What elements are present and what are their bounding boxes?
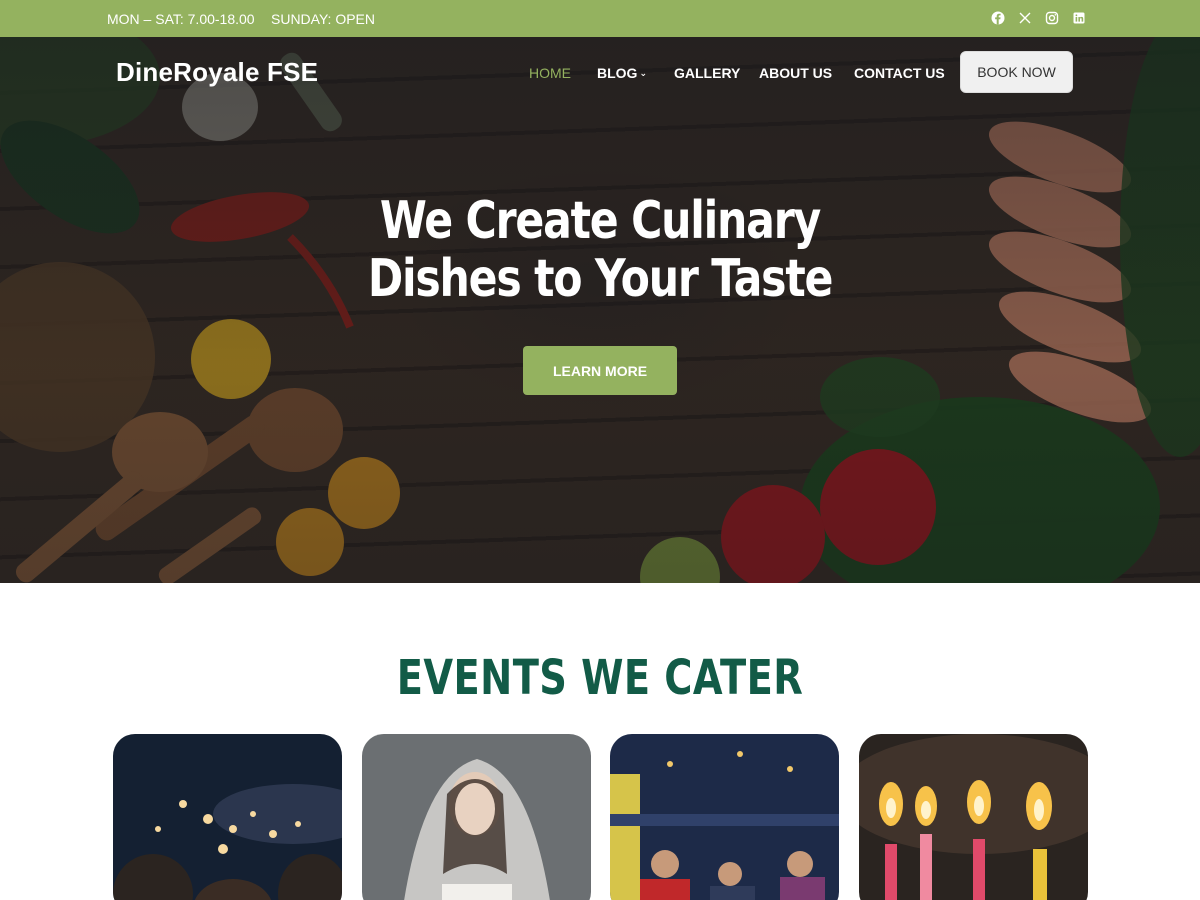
nav-about-us[interactable]: ABOUT US xyxy=(759,65,832,81)
opening-hours: MON – SAT: 7.00-18.00 xyxy=(107,11,255,27)
hero-title-line-1: We Create Culinary xyxy=(379,191,821,251)
linkedin-icon[interactable] xyxy=(1072,11,1086,25)
event-card-wedding[interactable] xyxy=(362,734,591,900)
top-info-bar: MON – SAT: 7.00-18.00 SUNDAY: OPEN xyxy=(0,0,1200,37)
hero-title-line-2: Dishes to Your Taste xyxy=(367,249,834,309)
social-links xyxy=(991,11,1086,25)
sunday-hours: SUNDAY: OPEN xyxy=(271,11,375,27)
nav-contact-us[interactable]: CONTACT US xyxy=(854,65,945,81)
learn-more-button[interactable]: LEARN MORE xyxy=(523,346,677,395)
nav-gallery[interactable]: GALLERY xyxy=(674,65,740,81)
event-card-party[interactable] xyxy=(610,734,839,900)
facebook-icon[interactable] xyxy=(991,11,1005,25)
nav-blog-label: BLOG xyxy=(597,65,638,81)
event-card-birthday[interactable] xyxy=(859,734,1088,900)
events-heading: EVENTS WE CATER xyxy=(396,650,804,706)
event-card-celebration[interactable] xyxy=(113,734,342,900)
nav-blog[interactable]: BLOG ⌄ xyxy=(597,65,647,81)
instagram-icon[interactable] xyxy=(1045,11,1059,25)
birthday-candles-image xyxy=(859,734,1088,900)
hero-overlay xyxy=(0,37,1200,583)
x-icon[interactable] xyxy=(1018,11,1032,25)
book-now-button[interactable]: BOOK NOW xyxy=(960,51,1073,93)
chevron-down-icon: ⌄ xyxy=(639,68,647,78)
bride-image xyxy=(362,734,591,900)
sparklers-image xyxy=(113,734,342,900)
hero-title: We Create Culinary Dishes to Your Taste xyxy=(354,192,846,308)
nav-home[interactable]: HOME xyxy=(529,65,571,81)
hero-section: DineRoyale FSE HOME BLOG ⌄ GALLERY ABOUT … xyxy=(0,37,1200,583)
party-image xyxy=(610,734,839,900)
